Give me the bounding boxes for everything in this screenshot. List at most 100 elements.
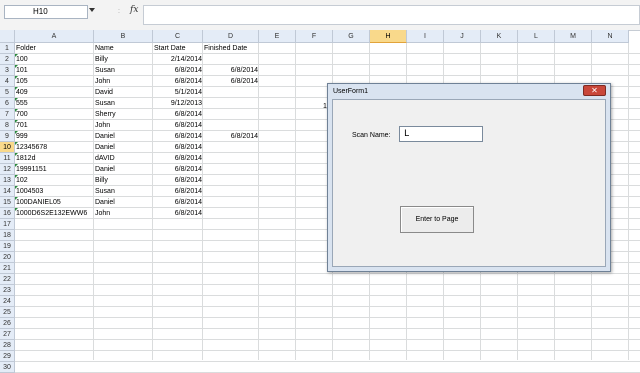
row-header-2[interactable]: 2 (0, 54, 15, 65)
column-header-J[interactable]: J (444, 30, 481, 43)
column-title-cell[interactable]: Start Date (153, 43, 203, 54)
row-header-29[interactable]: 29 (0, 351, 15, 362)
row-header-7[interactable]: 7 (0, 109, 15, 120)
name-cell[interactable]: Daniel (94, 142, 153, 153)
finished-date-cell[interactable] (203, 142, 259, 153)
start-date-cell[interactable]: 6/8/2014 (153, 142, 203, 153)
insert-function-icon[interactable]: fx (130, 5, 138, 15)
row-header-27[interactable]: 27 (0, 329, 15, 340)
finished-date-cell[interactable] (203, 208, 259, 219)
start-date-cell[interactable]: 6/8/2014 (153, 164, 203, 175)
name-cell[interactable]: Sherry (94, 109, 153, 120)
row-header-10[interactable]: 10 (0, 142, 15, 153)
start-date-cell[interactable]: 6/8/2014 (153, 186, 203, 197)
column-header-A[interactable]: A (15, 30, 94, 43)
row-header-25[interactable]: 25 (0, 307, 15, 318)
finished-date-cell[interactable] (203, 153, 259, 164)
row-header-28[interactable]: 28 (0, 340, 15, 351)
start-date-cell[interactable]: 5/1/2014 (153, 87, 203, 98)
row-header-21[interactable]: 21 (0, 263, 15, 274)
row-header-22[interactable]: 22 (0, 274, 15, 285)
row-header-14[interactable]: 14 (0, 186, 15, 197)
start-date-cell[interactable]: 6/8/2014 (153, 208, 203, 219)
folder-cell[interactable]: 700 (15, 109, 94, 120)
name-cell[interactable]: Susan (94, 98, 153, 109)
column-header-D[interactable]: D (203, 30, 259, 43)
start-date-cell[interactable]: 6/8/2014 (153, 197, 203, 208)
name-cell[interactable]: Billy (94, 175, 153, 186)
column-header-I[interactable]: I (407, 30, 444, 43)
column-header-G[interactable]: G (333, 30, 370, 43)
name-cell[interactable]: John (94, 120, 153, 131)
row-header-3[interactable]: 3 (0, 65, 15, 76)
finished-date-cell[interactable] (203, 98, 259, 109)
start-date-cell[interactable]: 6/8/2014 (153, 76, 203, 87)
start-date-cell[interactable]: 6/8/2014 (153, 153, 203, 164)
finished-date-cell[interactable] (203, 175, 259, 186)
row-header-1[interactable]: 1 (0, 43, 15, 54)
finished-date-cell[interactable] (203, 120, 259, 131)
finished-date-cell[interactable] (203, 186, 259, 197)
folder-cell[interactable]: 409 (15, 87, 94, 98)
start-date-cell[interactable]: 6/8/2014 (153, 65, 203, 76)
row-header-15[interactable]: 15 (0, 197, 15, 208)
column-header-C[interactable]: C (153, 30, 203, 43)
finished-date-cell[interactable] (203, 197, 259, 208)
start-date-cell[interactable]: 9/12/2013 (153, 98, 203, 109)
folder-cell[interactable]: 105 (15, 76, 94, 87)
start-date-cell[interactable]: 2/14/2014 (153, 54, 203, 65)
finished-date-cell[interactable]: 6/8/2014 (203, 76, 259, 87)
name-cell[interactable]: dAVID (94, 153, 153, 164)
folder-cell[interactable]: 555 (15, 98, 94, 109)
row-header-4[interactable]: 4 (0, 76, 15, 87)
name-cell[interactable]: Billy (94, 54, 153, 65)
row-header-6[interactable]: 6 (0, 98, 15, 109)
column-header-H[interactable]: H (370, 30, 407, 43)
row-header-30[interactable]: 30 (0, 362, 15, 373)
select-all-corner[interactable] (0, 30, 15, 43)
column-header-M[interactable]: M (555, 30, 592, 43)
row-header-8[interactable]: 8 (0, 120, 15, 131)
column-header-N[interactable]: N (592, 30, 629, 43)
name-cell[interactable]: Daniel (94, 131, 153, 142)
finished-date-cell[interactable]: 6/8/2014 (203, 131, 259, 142)
row-header-24[interactable]: 24 (0, 296, 15, 307)
folder-cell[interactable]: 1812d (15, 153, 94, 164)
chevron-down-icon[interactable] (89, 8, 95, 12)
folder-cell[interactable]: 100DANIEL05 (15, 197, 94, 208)
name-cell[interactable]: Susan (94, 65, 153, 76)
folder-cell[interactable]: 999 (15, 131, 94, 142)
finished-date-cell[interactable] (203, 87, 259, 98)
folder-cell[interactable]: 101 (15, 65, 94, 76)
row-header-20[interactable]: 20 (0, 252, 15, 263)
close-button[interactable]: ✕ (583, 85, 606, 96)
column-header-F[interactable]: F (296, 30, 333, 43)
column-header-K[interactable]: K (481, 30, 518, 43)
name-cell[interactable]: David (94, 87, 153, 98)
name-cell[interactable]: Daniel (94, 197, 153, 208)
column-header-E[interactable]: E (259, 30, 296, 43)
column-title-cell[interactable]: Name (94, 43, 153, 54)
row-header-9[interactable]: 9 (0, 131, 15, 142)
row-header-12[interactable]: 12 (0, 164, 15, 175)
row-header-26[interactable]: 26 (0, 318, 15, 329)
folder-cell[interactable]: 701 (15, 120, 94, 131)
finished-date-cell[interactable]: 6/8/2014 (203, 65, 259, 76)
finished-date-cell[interactable] (203, 109, 259, 120)
folder-cell[interactable]: 102 (15, 175, 94, 186)
name-cell[interactable]: Susan (94, 186, 153, 197)
column-header-L[interactable]: L (518, 30, 555, 43)
name-box[interactable]: H10 (4, 5, 88, 19)
folder-cell[interactable]: 100 (15, 54, 94, 65)
name-cell[interactable]: John (94, 208, 153, 219)
column-header-B[interactable]: B (94, 30, 153, 43)
name-cell[interactable]: Daniel (94, 164, 153, 175)
column-title-cell[interactable]: Finished Date (203, 43, 259, 54)
start-date-cell[interactable]: 6/8/2014 (153, 175, 203, 186)
scan-name-input[interactable]: L (399, 126, 483, 142)
row-header-13[interactable]: 13 (0, 175, 15, 186)
row-header-11[interactable]: 11 (0, 153, 15, 164)
row-header-16[interactable]: 16 (0, 208, 15, 219)
row-header-5[interactable]: 5 (0, 87, 15, 98)
folder-cell[interactable]: 1004503 (15, 186, 94, 197)
